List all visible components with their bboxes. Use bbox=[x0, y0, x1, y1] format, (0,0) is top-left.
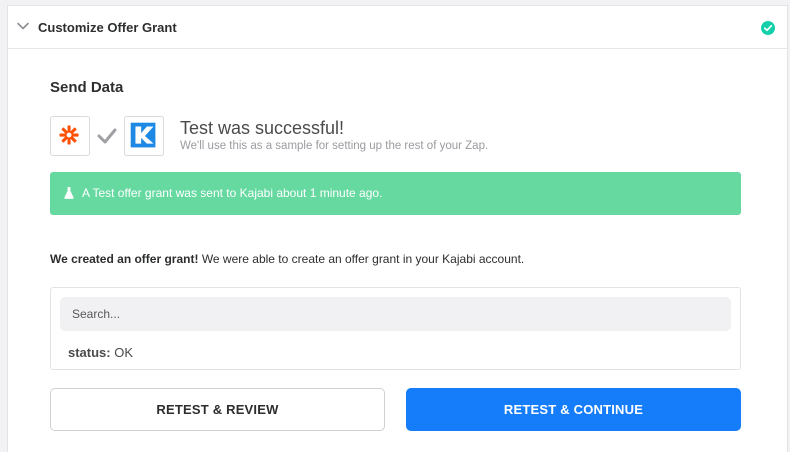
result-message-body: We were able to create an offer grant in… bbox=[198, 252, 525, 266]
test-success-subtitle: We'll use this as a sample for setting u… bbox=[180, 140, 489, 152]
kajabi-icon bbox=[124, 116, 164, 156]
chevron-down-icon[interactable] bbox=[16, 19, 30, 33]
alert-text: A Test offer grant was sent to Kajabi ab… bbox=[82, 186, 383, 200]
search-input[interactable] bbox=[60, 297, 731, 331]
test-success-title: Test was successful! bbox=[180, 118, 345, 138]
retest-review-button[interactable]: RETEST & REVIEW bbox=[50, 388, 385, 431]
data-field-row: status: OK bbox=[68, 345, 133, 360]
zapier-icon bbox=[50, 116, 90, 156]
flask-icon bbox=[64, 187, 74, 199]
test-sent-alert: A Test offer grant was sent to Kajabi ab… bbox=[50, 172, 741, 215]
panel-header[interactable]: Customize Offer Grant bbox=[8, 6, 787, 49]
result-message: We created an offer grant! We were able … bbox=[50, 252, 524, 266]
data-field-value: OK bbox=[114, 345, 134, 360]
check-circle-icon bbox=[761, 21, 775, 35]
section-title: Send Data bbox=[50, 79, 124, 96]
sample-data-box: status: OK bbox=[50, 287, 741, 370]
data-field-key: status: bbox=[68, 345, 111, 360]
panel-title: Customize Offer Grant bbox=[38, 20, 177, 35]
customize-offer-grant-panel: Customize Offer Grant Send Data Test was bbox=[7, 5, 788, 452]
retest-continue-button[interactable]: RETEST & CONTINUE bbox=[406, 388, 741, 431]
result-message-bold: We created an offer grant! bbox=[50, 252, 199, 266]
checkmark-icon bbox=[97, 128, 117, 144]
